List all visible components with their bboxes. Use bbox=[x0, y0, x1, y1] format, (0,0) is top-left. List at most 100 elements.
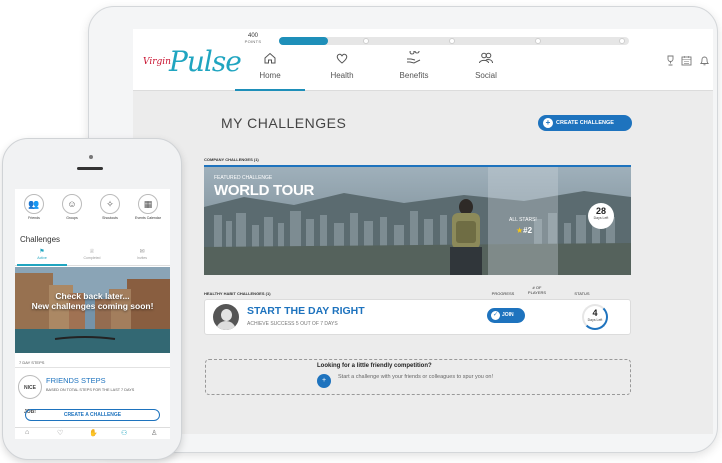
featured-challenge-banner[interactable]: FEATURED CHALLENGE WORLD TOUR ALL STARS!… bbox=[204, 165, 631, 275]
benefits-icon[interactable]: ✋ bbox=[89, 429, 98, 437]
page-title: MY CHALLENGES bbox=[221, 115, 347, 131]
nav-benefits[interactable]: Benefits bbox=[379, 48, 449, 80]
nav-social-label: Social bbox=[475, 71, 497, 80]
shortcut-shoutouts[interactable]: ✧ Shoutouts bbox=[95, 194, 125, 220]
social-icon[interactable]: ⚇ bbox=[121, 429, 127, 437]
nav-benefits-label: Benefits bbox=[399, 71, 429, 80]
habit-challenges-heading: HEALTHY HABIT CHALLENGES (1) bbox=[204, 291, 271, 296]
device-mockup-stage: Virgin Pulse 400 POINTS Home Health Bene… bbox=[0, 0, 722, 463]
heart-icon[interactable]: ♡ bbox=[57, 429, 63, 437]
envelope-icon: ✉ bbox=[139, 249, 145, 255]
nav-health-label: Health bbox=[330, 71, 354, 80]
phone-camera bbox=[89, 155, 93, 159]
points-progress-bar bbox=[279, 37, 629, 45]
promo-title: Looking for a little friendly competitio… bbox=[317, 363, 432, 369]
empty-state-line-2: New challenges coming soon! bbox=[31, 301, 154, 311]
players-column-header: # OF PLAYERS bbox=[527, 285, 547, 295]
trophy-icon[interactable] bbox=[665, 55, 676, 69]
progress-column-header: PROGRESS bbox=[491, 291, 515, 296]
shoutouts-icon: ✧ bbox=[100, 194, 120, 214]
nav-home-label: Home bbox=[259, 71, 281, 80]
challenge-avatar bbox=[213, 304, 239, 330]
phone-device: 👥 Friends ☺ Groups ✧ Shoutouts ▦ Events … bbox=[2, 138, 182, 460]
join-button[interactable]: ✓ JOIN bbox=[487, 308, 525, 323]
create-challenge-promo: Looking for a little friendly competitio… bbox=[205, 359, 631, 395]
nav-home[interactable]: Home bbox=[235, 51, 305, 91]
bell-icon[interactable] bbox=[699, 55, 710, 69]
plus-icon: + bbox=[543, 118, 553, 128]
team-rank: ★#2 bbox=[516, 226, 532, 235]
milestone-marker bbox=[619, 38, 625, 44]
groups-icon: ☺ bbox=[62, 194, 82, 214]
friends-steps-subtitle: BASED ON TOTAL STEPS FOR THE LAST 7 DAYS bbox=[46, 388, 135, 392]
points-progress-fill bbox=[279, 37, 328, 45]
tab-active[interactable]: ⚑ Active bbox=[17, 249, 67, 260]
tablet-screen: Virgin Pulse 400 POINTS Home Health Bene… bbox=[133, 29, 713, 434]
virgin-pulse-logo[interactable]: Virgin Pulse bbox=[143, 45, 242, 78]
steps-section-heading: 7 DAY STEPS bbox=[19, 360, 45, 365]
shortcut-friends[interactable]: 👥 Friends bbox=[19, 194, 49, 220]
nice-job-badge: NICE JOB! bbox=[18, 375, 42, 415]
tab-completed-label: Completed bbox=[83, 256, 101, 260]
tab-completed[interactable]: ♕ Completed bbox=[67, 249, 117, 260]
shortcut-shoutouts-label: Shoutouts bbox=[102, 216, 118, 220]
nav-social[interactable]: Social bbox=[451, 51, 521, 80]
empty-state-message: Check back later... New challenges comin… bbox=[15, 291, 170, 311]
shortcut-groups-label: Groups bbox=[66, 216, 78, 220]
heart-icon bbox=[307, 51, 377, 71]
milestone-marker bbox=[363, 38, 369, 44]
habit-days-left-ring: 4 Days Left bbox=[582, 304, 608, 330]
milestone-marker bbox=[535, 38, 541, 44]
points-label: POINTS bbox=[244, 39, 262, 44]
team-name: ALL STARS! bbox=[509, 217, 537, 223]
promo-text: Start a challenge with your friends or c… bbox=[338, 374, 494, 380]
featured-title: WORLD TOUR bbox=[214, 182, 315, 199]
home-icon bbox=[235, 51, 305, 71]
milestone-marker bbox=[449, 38, 455, 44]
shortcut-friends-label: Friends bbox=[28, 216, 40, 220]
tablet-device: Virgin Pulse 400 POINTS Home Health Bene… bbox=[88, 6, 718, 453]
rank-value: #2 bbox=[523, 226, 533, 235]
phone-speaker bbox=[77, 167, 103, 170]
habit-challenge-row[interactable]: START THE DAY RIGHT ACHIEVE SUCCESS 5 OU… bbox=[204, 299, 631, 335]
phone-page-title: Challenges bbox=[20, 235, 61, 244]
status-column-header: STATUS bbox=[574, 291, 590, 296]
top-navigation-bar: Virgin Pulse 400 POINTS Home Health Bene… bbox=[133, 29, 713, 91]
featured-days-left-label: Days Left bbox=[593, 216, 609, 220]
tab-invites[interactable]: ✉ Invites bbox=[117, 249, 167, 260]
tab-invites-label: Invites bbox=[136, 256, 148, 260]
nav-health[interactable]: Health bbox=[307, 51, 377, 80]
phone-screen: 👥 Friends ☺ Groups ✧ Shoutouts ▦ Events … bbox=[15, 189, 170, 439]
shortcut-events-calendar[interactable]: ▦ Events Calendar bbox=[133, 194, 163, 220]
active-tab-indicator bbox=[17, 264, 67, 266]
phone-create-challenge-button[interactable]: CREATE A CHALLENGE bbox=[25, 409, 160, 421]
logo-virgin: Virgin bbox=[143, 57, 171, 67]
friends-steps-title[interactable]: FRIENDS STEPS bbox=[46, 376, 106, 385]
shortcut-groups[interactable]: ☺ Groups bbox=[57, 194, 87, 220]
empty-state-banner: Check back later... New challenges comin… bbox=[15, 267, 170, 353]
social-icon bbox=[451, 51, 521, 71]
habit-title: START THE DAY RIGHT bbox=[247, 305, 365, 317]
company-challenges-heading: COMPANY CHALLENGES (1) bbox=[204, 157, 259, 162]
join-label: JOIN bbox=[502, 312, 514, 318]
featured-days-left-number: 28 bbox=[595, 206, 606, 216]
promo-add-button[interactable]: + bbox=[317, 374, 331, 388]
trophy-icon: ♕ bbox=[89, 249, 95, 255]
habit-days-left-label: Days Left bbox=[587, 318, 603, 322]
habit-subtitle: ACHIEVE SUCCESS 5 OUT OF 7 DAYS bbox=[247, 321, 338, 327]
habit-days-left-number: 4 bbox=[592, 308, 598, 318]
calendar-icon[interactable] bbox=[681, 55, 692, 69]
profile-icon[interactable]: ♙ bbox=[151, 429, 157, 437]
featured-days-left-badge: 28 Days Left bbox=[588, 203, 614, 229]
check-icon: ✓ bbox=[491, 311, 500, 320]
create-challenge-button[interactable]: + CREATE CHALLENGE bbox=[538, 115, 632, 131]
points-counter: 400 POINTS bbox=[239, 33, 267, 44]
calendar-icon: ▦ bbox=[138, 194, 158, 214]
home-icon[interactable]: ⌂ bbox=[25, 429, 29, 436]
friends-icon: 👥 bbox=[24, 194, 44, 214]
shortcut-events-label: Events Calendar bbox=[135, 216, 161, 220]
phone-bottom-nav: ⌂ ♡ ✋ ⚇ ♙ bbox=[15, 427, 170, 439]
flag-icon: ⚑ bbox=[39, 249, 45, 255]
benefits-icon bbox=[379, 48, 449, 71]
create-challenge-label: CREATE CHALLENGE bbox=[556, 120, 614, 126]
